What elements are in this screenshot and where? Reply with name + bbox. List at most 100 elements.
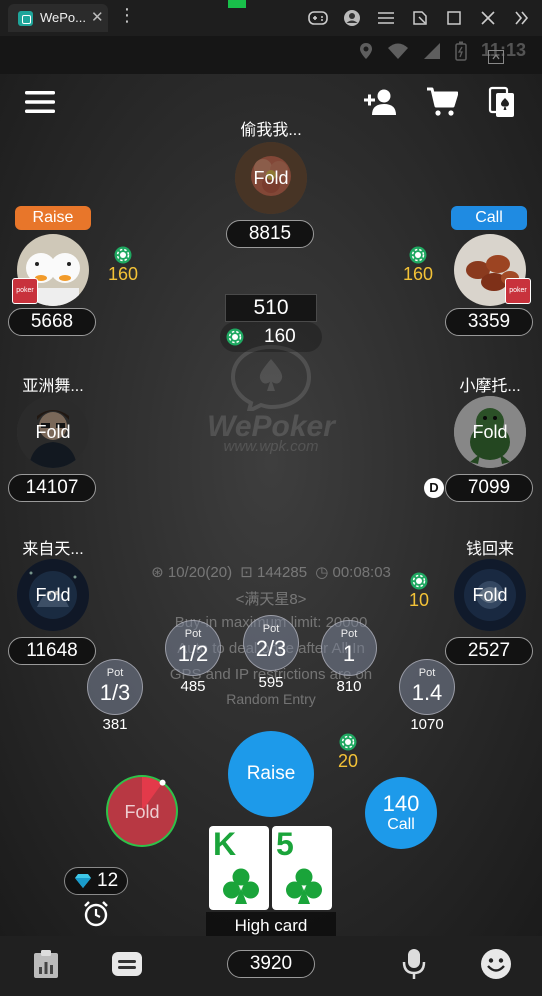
pot-fraction: 1/2	[177, 641, 209, 666]
seat-mid-right[interactable]: 小摩托... Fold 7099	[445, 370, 535, 510]
bet-amount: 20	[337, 751, 359, 771]
blinds-value: 10/20(20)	[167, 564, 233, 581]
browser-tab-bar: WePo... ✕ ⋮	[0, 0, 542, 36]
raise-button[interactable]: Raise	[228, 731, 314, 817]
tab-menu-icon[interactable]: ⋮	[118, 6, 136, 24]
expand-sidebar-icon[interactable]	[510, 6, 534, 30]
chip-icon	[409, 246, 427, 264]
pot-full-amount: 810	[336, 678, 362, 695]
indicator-mark	[228, 0, 246, 8]
hand-records-button[interactable]	[482, 82, 522, 122]
pot-label: Pot	[106, 667, 124, 679]
action-badge-call: Call	[451, 206, 527, 230]
player-name: 来自天...	[22, 541, 84, 558]
menu-lines-icon[interactable]	[374, 6, 398, 30]
hole-card-1[interactable]: K	[209, 826, 269, 910]
pot-1-4-button[interactable]: Pot 1.4	[399, 659, 455, 715]
player-avatar: Fold	[17, 396, 89, 468]
device-status-bar: 11:13	[0, 36, 542, 74]
stats-icon	[34, 950, 58, 978]
bet-amount: 160	[107, 264, 139, 284]
player-name: 小摩托...	[459, 378, 521, 395]
bottom-bar: 3920	[0, 936, 542, 996]
player-stack: 3359	[445, 308, 533, 336]
chip-icon	[339, 733, 357, 751]
call-button[interactable]: 140 Call	[365, 777, 437, 849]
account-icon[interactable]	[340, 6, 364, 30]
cards-icon	[488, 86, 514, 117]
browser-tab[interactable]: WePo... ✕	[8, 4, 108, 32]
emoji-button[interactable]	[476, 944, 516, 984]
seat-top-right[interactable]: Call poker 3359	[445, 206, 535, 348]
seat-mid-left[interactable]: 亚洲舞... Fold 14107	[8, 370, 98, 510]
room-name: <满天星8>	[235, 591, 307, 608]
bet-amount: 160	[402, 264, 434, 284]
call-amount: 140	[382, 791, 420, 816]
hamburger-menu-button[interactable]	[20, 82, 60, 122]
pot-fraction: 1/3	[99, 680, 131, 705]
blinds-icon: ⊛	[151, 564, 164, 581]
fold-status: Fold	[454, 396, 526, 468]
pot-chips: 160	[220, 322, 322, 352]
window-controls	[306, 6, 534, 30]
voice-button[interactable]	[394, 944, 434, 984]
bet-top-left: 160	[98, 246, 148, 284]
battery-icon	[455, 41, 467, 61]
alarm-clock-icon[interactable]	[82, 900, 110, 928]
seat-top[interactable]: 偷我我... Fold 8815	[226, 116, 316, 256]
wepoker-watermark-logo	[230, 345, 312, 411]
fold-status: Fold	[235, 142, 307, 214]
add-friend-button[interactable]	[360, 82, 400, 122]
player-stack: 14107	[8, 474, 96, 502]
pot-2-3-button[interactable]: Pot 2/3	[243, 615, 299, 671]
club-suit-icon	[223, 868, 259, 904]
card-rank: K	[213, 826, 237, 862]
cart-icon	[427, 87, 458, 116]
pot-label: Pot	[262, 623, 280, 635]
gamepad-icon[interactable]	[306, 6, 330, 30]
fold-button[interactable]: Fold	[104, 773, 180, 849]
microphone-icon	[402, 949, 426, 979]
elapsed-time: 00:08:03	[332, 564, 391, 581]
call-label: Call	[387, 816, 415, 833]
player-stack: 5668	[8, 308, 96, 336]
shop-button[interactable]	[422, 82, 462, 122]
tab-title: WePo...	[40, 10, 87, 25]
wifi-icon	[387, 43, 408, 59]
table-id-icon: ⊡	[240, 564, 253, 581]
location-icon	[359, 42, 372, 59]
card-rank: 5	[276, 826, 294, 862]
pot-1-4-amount: 1070	[410, 716, 444, 733]
pot-1-3-button[interactable]: Pot 1/3	[87, 659, 143, 715]
pot-fraction: 1.4	[411, 680, 443, 705]
pot-label: Pot	[184, 628, 202, 640]
close-window-icon[interactable]	[476, 6, 500, 30]
seat-top-left[interactable]: Raise poker 5668	[8, 206, 98, 348]
random-entry-text: Random Entry	[226, 691, 316, 707]
chat-button[interactable]	[107, 944, 147, 984]
pot-fraction: 2/3	[255, 636, 287, 661]
maximize-icon[interactable]	[442, 6, 466, 30]
diamond-icon	[75, 874, 91, 888]
bet-hero: 20	[323, 733, 373, 771]
pin-window-icon[interactable]	[408, 6, 432, 30]
player-name: 偷我我...	[240, 122, 302, 139]
pot-fraction: 1	[342, 641, 356, 666]
hamburger-icon	[25, 91, 55, 113]
pot-label: Pot	[418, 667, 436, 679]
pot-1-3-amount: 381	[102, 716, 128, 733]
diamond-count: 12	[97, 870, 119, 891]
pot-full-button[interactable]: Pot 1	[321, 620, 377, 676]
stats-button[interactable]	[26, 944, 66, 984]
chip-icon	[226, 328, 244, 346]
tab-close-button[interactable]: ✕	[91, 8, 104, 26]
fold-label: Fold	[124, 802, 160, 822]
pot-2-3-amount: 595	[258, 674, 284, 691]
hole-card-2[interactable]: 5	[272, 826, 332, 910]
table-info-row: ⊛ 10/20(20) ⊡ 144285 ◷ 00:08:03	[0, 563, 542, 581]
diamond-balance[interactable]: 12	[64, 867, 128, 895]
chat-icon	[112, 952, 142, 976]
smiley-icon	[481, 949, 511, 979]
signal-icon	[423, 42, 440, 59]
pot-1-2-button[interactable]: Pot 1/2	[165, 620, 221, 676]
